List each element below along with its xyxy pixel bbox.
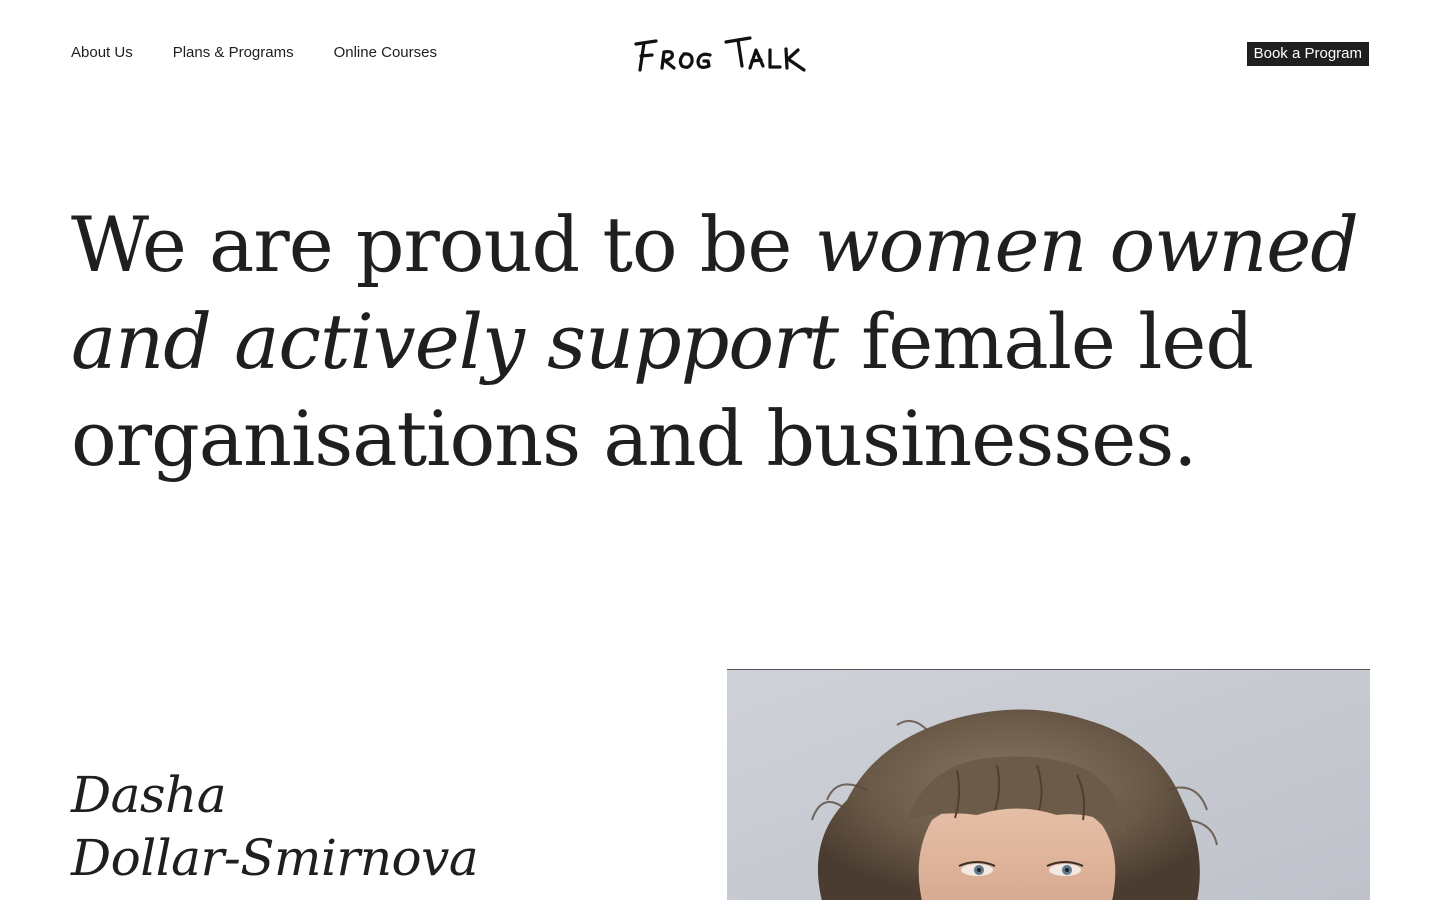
portrait-illustration xyxy=(727,670,1370,900)
statement-text-1: We are proud to be xyxy=(71,200,815,289)
nav-plans-programs[interactable]: Plans & Programs xyxy=(173,44,294,61)
portrait-photo xyxy=(727,669,1370,900)
nav-about-us[interactable]: About Us xyxy=(71,44,133,61)
profile-first-name: Dasha xyxy=(71,766,227,824)
frog-talk-logo[interactable] xyxy=(632,30,808,78)
profile-last-name: Dollar-Smirnova xyxy=(71,829,479,887)
nav-online-courses[interactable]: Online Courses xyxy=(334,44,437,61)
logo-wordmark-icon xyxy=(634,36,806,72)
mission-statement: We are proud to be women owned and activ… xyxy=(71,196,1371,487)
main-nav: About Us Plans & Programs Online Courses xyxy=(71,44,437,61)
book-program-button[interactable]: Book a Program xyxy=(1246,42,1369,66)
profile-name: Dasha Dollar-Smirnova xyxy=(71,764,479,890)
site-header: About Us Plans & Programs Online Courses xyxy=(0,0,1440,108)
